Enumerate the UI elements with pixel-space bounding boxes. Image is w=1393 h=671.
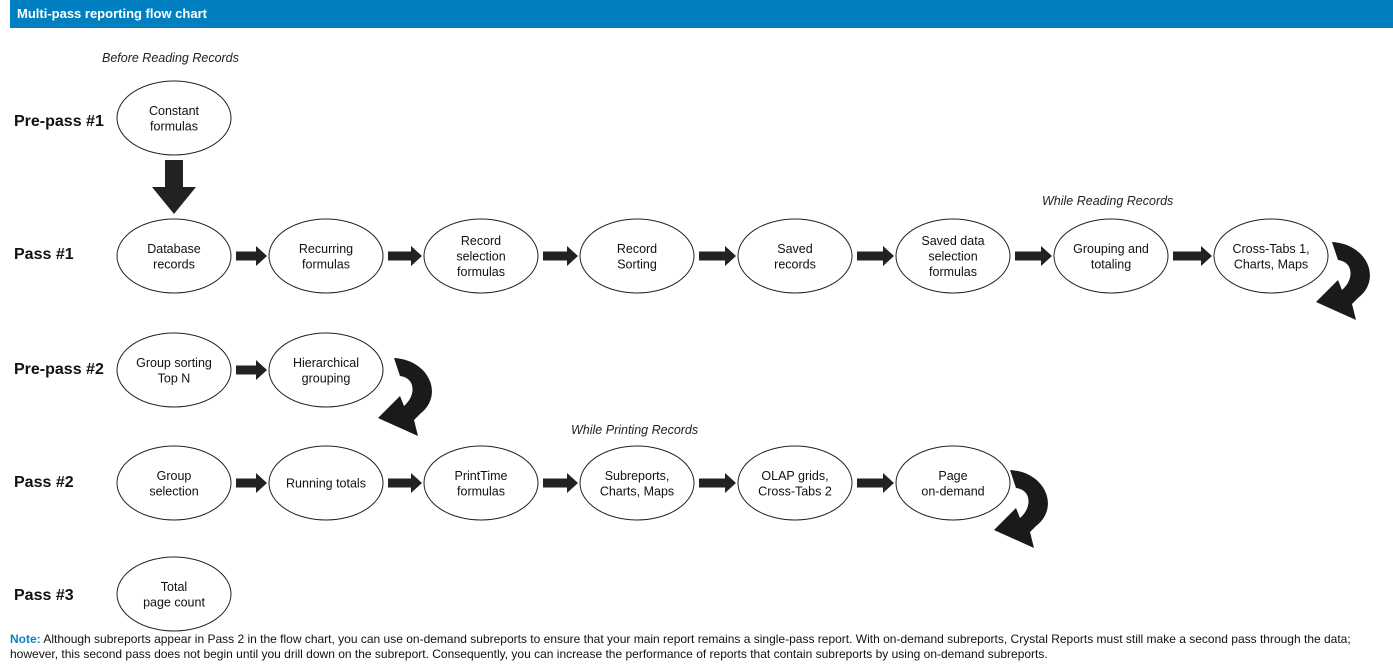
node-record-sorting (579, 218, 695, 294)
node-group-selection (116, 445, 232, 521)
node-saved-records (737, 218, 853, 294)
arrow-right-icon (857, 246, 894, 266)
node-text: formulas (302, 257, 350, 271)
node-text: PrintTime (454, 469, 507, 483)
node-text: Subreports, (605, 469, 670, 483)
node-group-sorting-top-n (116, 332, 232, 408)
node-text: selection (456, 250, 505, 264)
arrow-right-icon (1173, 246, 1212, 266)
node-text: grouping (302, 371, 351, 385)
node-text: Page (938, 469, 967, 483)
node-hierarchical-grouping (268, 332, 384, 408)
node-text: Total (161, 580, 187, 594)
node-database-records (116, 218, 232, 294)
node-text: Top N (158, 371, 191, 385)
node-cross-tabs-1-charts-maps (1213, 218, 1329, 294)
node-text: formulas (457, 265, 505, 279)
node-text: Saved (777, 242, 812, 256)
node-text: records (153, 257, 195, 271)
node-text: Hierarchical (293, 356, 359, 370)
node-text: page count (143, 595, 205, 609)
node-total-page-count (116, 556, 232, 632)
node-text: formulas (150, 119, 198, 133)
node-text: Constant (149, 104, 200, 118)
node-page-on-demand (895, 445, 1011, 521)
flow-diagram: ConstantformulasDatabaserecordsRecurring… (116, 80, 1370, 632)
arrow-right-icon (857, 473, 894, 493)
node-text: selection (928, 250, 977, 264)
note-label: Note: (10, 632, 41, 646)
node-text: Database (147, 242, 201, 256)
node-constant-formulas (116, 80, 232, 156)
note-text: Although subreports appear in Pass 2 in … (10, 632, 1351, 661)
node-subreports-charts-maps (579, 445, 695, 521)
node-text: Sorting (617, 257, 657, 271)
arrow-right-icon (236, 246, 267, 266)
node-text: formulas (457, 484, 505, 498)
node-text: Running totals (286, 477, 366, 491)
node-text: selection (149, 484, 198, 498)
node-text: on-demand (921, 484, 984, 498)
node-grouping-and-totaling (1053, 218, 1169, 294)
node-text: Grouping and (1073, 242, 1149, 256)
node-recurring-formulas (268, 218, 384, 294)
node-text: Group sorting (136, 356, 212, 370)
node-text: Charts, Maps (600, 484, 674, 498)
arrow-right-icon (543, 473, 578, 493)
node-text: OLAP grids, (761, 469, 828, 483)
node-text: Cross-Tabs 2 (758, 484, 832, 498)
node-text: Saved data (921, 234, 984, 248)
node-olap-grids-cross-tabs-2 (737, 445, 853, 521)
arrow-right-icon (236, 473, 267, 493)
arrow-right-icon (699, 473, 736, 493)
node-text: totaling (1091, 257, 1131, 271)
node-printtime-formulas (423, 445, 539, 521)
arrow-right-icon (699, 246, 736, 266)
arrow-right-icon (236, 360, 267, 380)
node-text: Charts, Maps (1234, 257, 1308, 271)
arrow-right-icon (388, 246, 422, 266)
node-text: Cross-Tabs 1, (1232, 242, 1309, 256)
arrow-right-icon (1015, 246, 1052, 266)
node-text: Group (157, 469, 192, 483)
arrow-right-icon (388, 473, 422, 493)
node-text: Record (461, 234, 501, 248)
arrow-right-icon (543, 246, 578, 266)
node-text: records (774, 257, 816, 271)
node-text: Recurring (299, 242, 353, 256)
curved-arrow-icon (378, 358, 432, 436)
node-text: Record (617, 242, 657, 256)
node-text: formulas (929, 265, 977, 279)
arrow-down-icon (152, 160, 196, 214)
note-paragraph: Note: Although subreports appear in Pass… (10, 632, 1390, 662)
